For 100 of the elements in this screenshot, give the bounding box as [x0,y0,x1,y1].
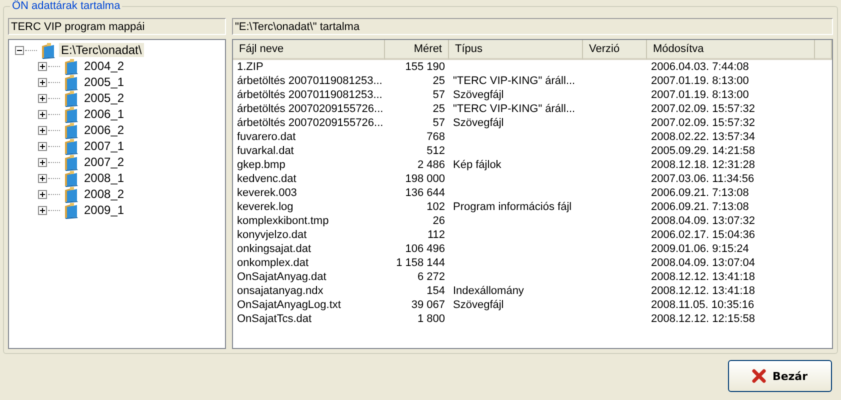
table-cell-text: 2008.12.12. 12:15:58 [650,312,756,326]
folder-icon [62,137,80,155]
expand-toggle[interactable] [38,174,47,182]
table-cell-text: 57 [432,116,446,130]
table-cell-text: 2006.04.03. 7:44:08 [650,60,750,74]
close-icon [752,369,766,383]
tree-item[interactable]: 2004_2 [82,59,126,73]
table-cell-text: 155 190 [404,60,446,74]
table-cell-text: 1 158 144 [395,256,446,270]
table-cell-text: fuvarkal.dat [236,144,295,158]
folder-icon [62,89,80,107]
table-cell-text: 2007.03.06. 11:34:56 [650,172,756,186]
folder-icon [62,153,80,171]
table-cell-text: 2006.09.21. 7:13:08 [650,186,750,200]
table-cell-text: Szövegfájl [452,298,505,312]
table-cell-text: 57 [432,88,446,102]
folder-icon [62,121,80,139]
expand-toggle[interactable] [38,190,47,198]
table-cell-text: Szövegfájl [452,88,505,102]
expand-toggle[interactable] [38,62,47,70]
folder-icon [62,105,80,123]
group-title: ÖN adattárak tartalma [11,0,122,12]
expand-toggle[interactable] [38,142,47,150]
tree-item[interactable]: 2008_2 [82,187,126,201]
expand-toggle[interactable] [38,78,47,86]
table-cell-text: kedvenc.dat [236,172,298,186]
table-cell-text: 768 [426,130,446,144]
table-cell-text: 2008.04.09. 13:07:32 [650,214,756,228]
table-cell-text: OnSajatAnyag.dat [236,270,328,284]
table-cell-text: árbetöltés 20070209155726... [236,116,384,130]
table-cell-text: 25 [432,74,446,88]
tree-item[interactable]: 2009_1 [82,203,126,217]
table-cell-text: 112 [426,228,446,242]
table-cell-text: 2007.01.19. 8:13:00 [650,74,750,88]
tree-item[interactable]: 2006_2 [82,123,126,137]
table-cell-text: onsajatanyag.ndx [236,284,324,298]
folder-icon [62,73,80,91]
table-cell-text: onkomplex.dat [236,256,310,270]
tree-item[interactable]: 2007_1 [82,139,126,153]
table-cell-text: onkingsajat.dat [236,242,312,256]
table-cell-text: 2008.04.09. 13:07:04 [650,256,756,270]
table-cell-text: árbetöltés 20070119081253... [236,74,384,88]
tree-item[interactable]: 2007_2 [82,155,126,169]
table-cell-text: 39 067 [410,298,446,312]
table-cell-text: OnSajatAnyagLog.txt [236,298,342,312]
expand-toggle[interactable] [38,158,47,166]
table-cell-text: 26 [432,214,446,228]
table-cell-text: 512 [426,144,446,158]
tree-item[interactable]: 2005_1 [82,75,126,89]
tree-item[interactable]: 2005_2 [82,91,126,105]
table-cell-text: keverek.log [236,200,294,214]
panel-caption: TERC VIP program mappái [8,18,226,35]
tree-item[interactable]: E:\Terc\onadat\ [59,43,144,57]
folder-icon [62,185,80,203]
table-cell-text: komplexkibont.tmp [236,214,330,228]
table-cell-text: 2005.09.29. 14:21:58 [650,144,756,158]
table-cell-text: 2008.12.12. 13:41:18 [650,270,756,284]
table-cell-text: 2006.02.17. 15:04:36 [650,228,756,242]
table-cell-text: 2008.11.05. 10:35:16 [650,298,756,312]
panel-caption: "E:\Terc\onadat\" tartalma [232,18,833,35]
column-header[interactable]: Méret [385,40,449,60]
table-cell-text: 2009.01.06. 9:15:24 [650,242,750,256]
column-header[interactable]: Verzió [583,40,647,60]
table-cell-text: 2006.09.21. 7:13:08 [650,200,750,214]
table-cell-text: 25 [432,102,446,116]
table-cell-text: Program információs fájl [452,200,573,214]
column-header[interactable]: Módosítva [647,40,815,60]
folder-icon [62,169,80,187]
tree-item[interactable]: 2008_1 [82,171,126,185]
folder-icon [39,41,57,59]
table-cell-text: 2007.01.19. 8:13:00 [650,88,750,102]
table-cell-text: 198 000 [404,172,446,186]
table-cell-text: 2008.12.18. 12:31:28 [650,158,756,172]
table-cell-text: 154 [426,284,446,298]
table-cell-text: "TERC VIP-KING" áráll... [452,74,576,88]
table-cell-text: 2008.12.12. 13:41:18 [650,284,756,298]
table-cell-text: Indexállomány [452,284,525,298]
table-cell-text: 1 800 [416,312,446,326]
table-cell-text: 1.ZIP [236,60,264,74]
expand-toggle[interactable] [15,46,24,54]
table-cell-text: 6 272 [416,270,446,284]
expand-toggle[interactable] [38,94,47,102]
expand-toggle[interactable] [38,206,47,214]
table-cell-text: fuvarero.dat [236,130,297,144]
close-button[interactable]: Bezár [728,360,832,392]
column-header[interactable]: Típus [449,40,583,60]
table-cell-text: árbetöltés 20070119081253... [236,88,384,102]
table-cell-text: 136 644 [404,186,446,200]
column-header[interactable]: Fájl neve [233,40,385,60]
expand-toggle[interactable] [38,110,47,118]
table-cell-text: árbetöltés 20070209155726... [236,102,384,116]
table-cell-text: OnSajatTcs.dat [236,312,313,326]
table-cell-text: 102 [426,200,446,214]
table-cell-text: gkep.bmp [236,158,286,172]
table-cell-text: 2 486 [416,158,446,172]
tree-item[interactable]: 2006_1 [82,107,126,121]
table-cell-text: 2007.02.09. 15:57:32 [650,102,756,116]
folder-icon [62,57,80,75]
table-cell-text: Kép fájlok [452,158,502,172]
expand-toggle[interactable] [38,126,47,134]
